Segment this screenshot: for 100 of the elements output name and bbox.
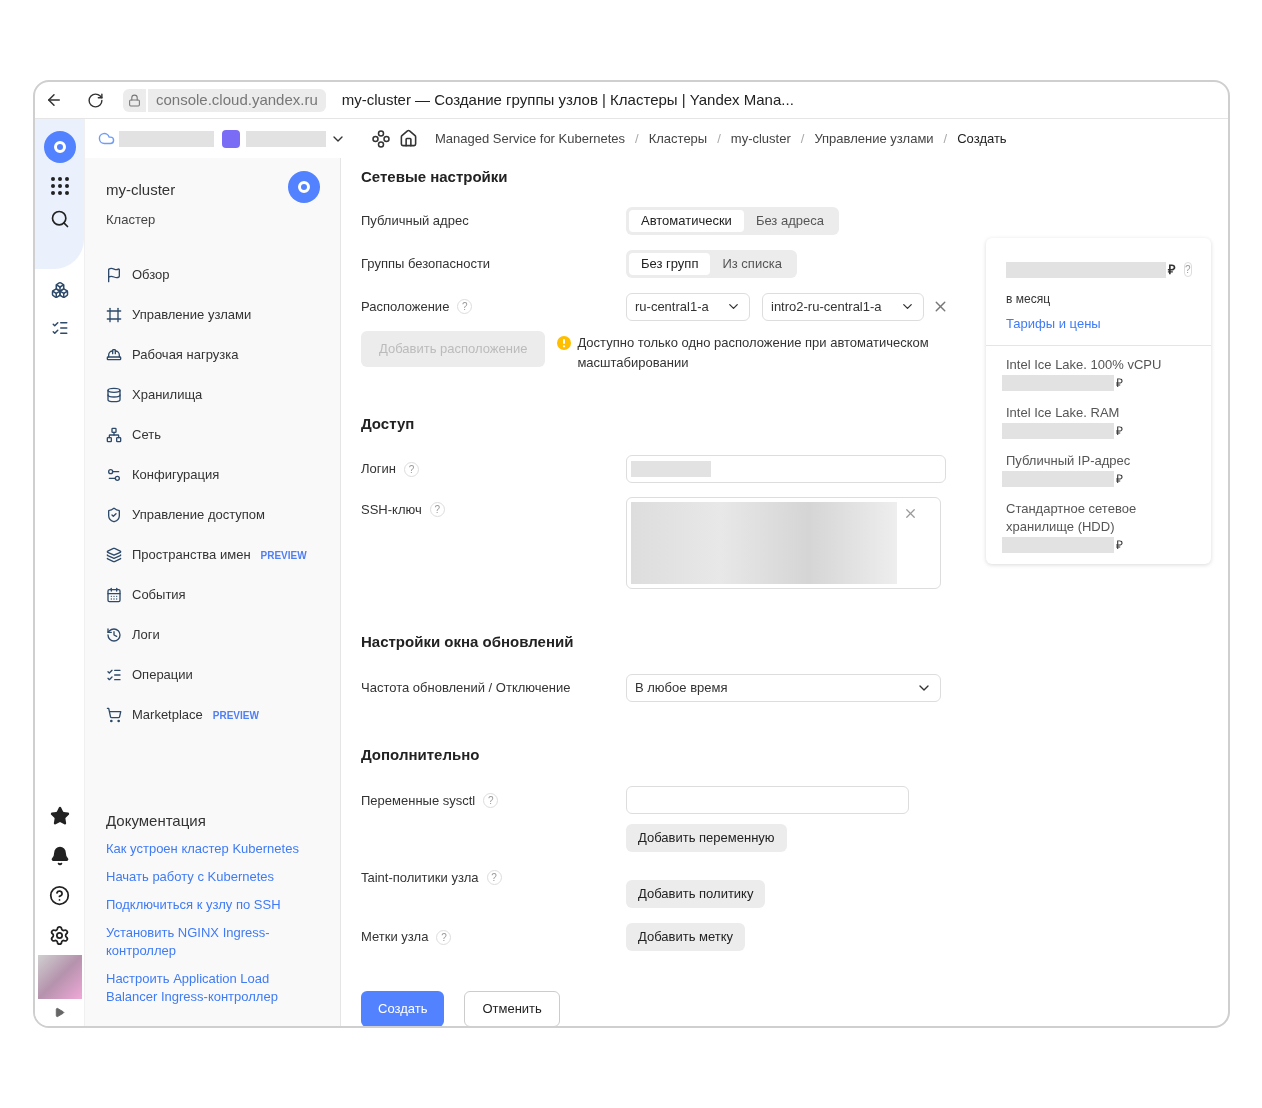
breadcrumb-link[interactable]: Управление узлами — [814, 128, 934, 149]
search-icon[interactable] — [49, 209, 70, 229]
currency-sign: ₽ — [1116, 537, 1123, 554]
currency-sign: ₽ — [1116, 471, 1123, 488]
breadcrumb-separator: / — [800, 129, 805, 148]
price-item-label: Стандартное сетевое хранилище (HDD) — [1006, 500, 1138, 536]
ssh-key-field[interactable] — [626, 497, 941, 589]
field-label: Taint-политики узла — [361, 869, 479, 887]
nav-icon — [106, 387, 122, 403]
nav-icon — [106, 427, 122, 443]
field-label: Метки узла — [361, 928, 429, 947]
lock-icon — [128, 93, 141, 107]
breadcrumb-separator: / — [943, 129, 948, 148]
field-label: Группы безопасности — [361, 254, 491, 273]
field-label: SSH-ключ — [361, 501, 422, 519]
breadcrumb-link[interactable]: Кластеры — [648, 128, 708, 149]
segment-option[interactable]: Автоматически — [629, 209, 744, 232]
section-title: Дополнительно — [361, 744, 481, 765]
checklist-icon[interactable] — [50, 319, 69, 337]
nav-item[interactable]: События — [132, 585, 186, 605]
nav-item[interactable]: Логи — [132, 625, 160, 645]
field-label: Расположение — [361, 297, 450, 316]
add-button[interactable]: Добавить метку — [626, 923, 746, 951]
field-label: Логин — [361, 460, 396, 479]
breadcrumb-link[interactable]: my-cluster — [730, 128, 791, 149]
nav-icon — [106, 507, 122, 523]
nav-item[interactable]: Рабочая нагрузка — [132, 345, 239, 365]
back-icon[interactable] — [45, 91, 63, 109]
cluster-type: Кластер — [106, 210, 157, 229]
service-icon[interactable] — [372, 129, 390, 148]
breadcrumb-separator: / — [717, 129, 721, 148]
segment-option[interactable]: Из списка — [710, 252, 794, 275]
nav-icon — [106, 307, 122, 323]
nav-icon — [106, 667, 122, 683]
add-button[interactable]: Добавить переменную — [626, 824, 787, 852]
cubes-icon[interactable] — [50, 281, 69, 299]
price-item-label: Intel Ice Lake. 100% vCPU — [1006, 356, 1163, 374]
docs-link[interactable]: Настроить Application Load Balancer Ingress-контроллер — [106, 970, 310, 1006]
add-button[interactable]: Добавить политику — [626, 880, 766, 908]
section-title: Доступ — [361, 413, 416, 434]
nav-icon — [106, 347, 122, 363]
field-label: Переменные sysctl — [361, 792, 476, 810]
reload-icon[interactable] — [87, 91, 104, 109]
warning-text: Доступно только одно расположение при автоматическом масштабировании — [577, 333, 930, 372]
close-icon[interactable] — [903, 506, 918, 521]
docs-link[interactable]: Как устроен кластер Kubernetes — [106, 840, 310, 858]
nav-item[interactable]: Хранилища — [132, 385, 203, 405]
section-title: Сетевые настройки — [361, 167, 509, 187]
frequency-select[interactable]: В любое время — [626, 673, 941, 702]
nav-item[interactable]: Сеть — [132, 425, 161, 445]
field-label: Частота обновлений / Отключение — [361, 678, 571, 697]
nav-icon — [106, 587, 122, 603]
sysctl-input[interactable] — [626, 786, 909, 814]
zone-select[interactable]: intro2-ru-central1-a — [762, 292, 924, 321]
avatar-placeholder[interactable] — [37, 955, 82, 999]
section-title: Настройки окна обновлений — [361, 632, 575, 652]
breadcrumb-separator: / — [635, 129, 639, 148]
period-text: в месяц — [1006, 290, 1051, 308]
currency-sign: ₽ — [1168, 261, 1176, 279]
tab-title: my-cluster — Создание группы узлов | Кластеры | Yandex Mana... — [341, 89, 794, 110]
create-button[interactable]: Создать — [361, 991, 445, 1026]
preview-label: PREVIEW — [212, 708, 259, 723]
zone-select[interactable]: ru-central1-a — [626, 292, 750, 321]
cancel-button[interactable]: Отменить — [464, 991, 560, 1026]
nav-icon — [106, 707, 122, 723]
login-field[interactable] — [626, 455, 946, 483]
breadcrumb-link[interactable]: Создать — [957, 128, 1007, 149]
breadcrumb-link[interactable]: Managed Service for Kubernetes — [435, 128, 626, 149]
settings-icon[interactable] — [49, 925, 70, 946]
docs-link[interactable]: Установить NGINX Ingress-контроллер — [106, 924, 310, 960]
address-bar[interactable]: console.cloud.yandex.ru — [148, 88, 326, 112]
docs-title: Документация — [106, 810, 207, 831]
docs-link[interactable]: Подключиться к узлу по SSH — [106, 896, 310, 914]
nav-icon — [106, 547, 122, 563]
field-label: Публичный адрес — [361, 211, 469, 230]
price-item-label: Публичный IP-адрес — [1006, 452, 1132, 470]
apps-grid-icon[interactable] — [50, 177, 69, 195]
cloud-icon[interactable] — [98, 130, 115, 147]
nav-item[interactable]: Управление узлами — [132, 305, 252, 325]
help-icon[interactable] — [49, 885, 70, 906]
price-item-label: Intel Ice Lake. RAM — [1006, 404, 1121, 422]
nav-icon — [106, 467, 122, 483]
star-icon[interactable] — [49, 806, 70, 826]
segment-option[interactable]: Без групп — [629, 252, 711, 275]
currency-sign: ₽ — [1116, 375, 1123, 392]
nav-icon — [106, 627, 122, 643]
docs-link[interactable]: Начать работу с Kubernetes — [106, 868, 310, 886]
pricing-link[interactable]: Тарифы и цены — [1006, 313, 1191, 333]
expand-icon[interactable] — [54, 1007, 65, 1018]
warning-icon — [557, 335, 572, 350]
nav-item[interactable]: Обзор — [132, 265, 170, 285]
nav-item[interactable]: Marketplace — [132, 705, 203, 725]
bell-icon[interactable] — [49, 846, 70, 866]
home-icon[interactable] — [399, 129, 418, 148]
nav-item[interactable]: Управление доступом — [132, 505, 265, 525]
nav-item[interactable]: Операции — [132, 665, 193, 685]
preview-label: PREVIEW — [260, 548, 307, 563]
segment-option[interactable]: Без адреса — [743, 209, 836, 232]
nav-item[interactable]: Конфигурация — [132, 465, 220, 485]
nav-item[interactable]: Пространства имен — [132, 545, 251, 565]
